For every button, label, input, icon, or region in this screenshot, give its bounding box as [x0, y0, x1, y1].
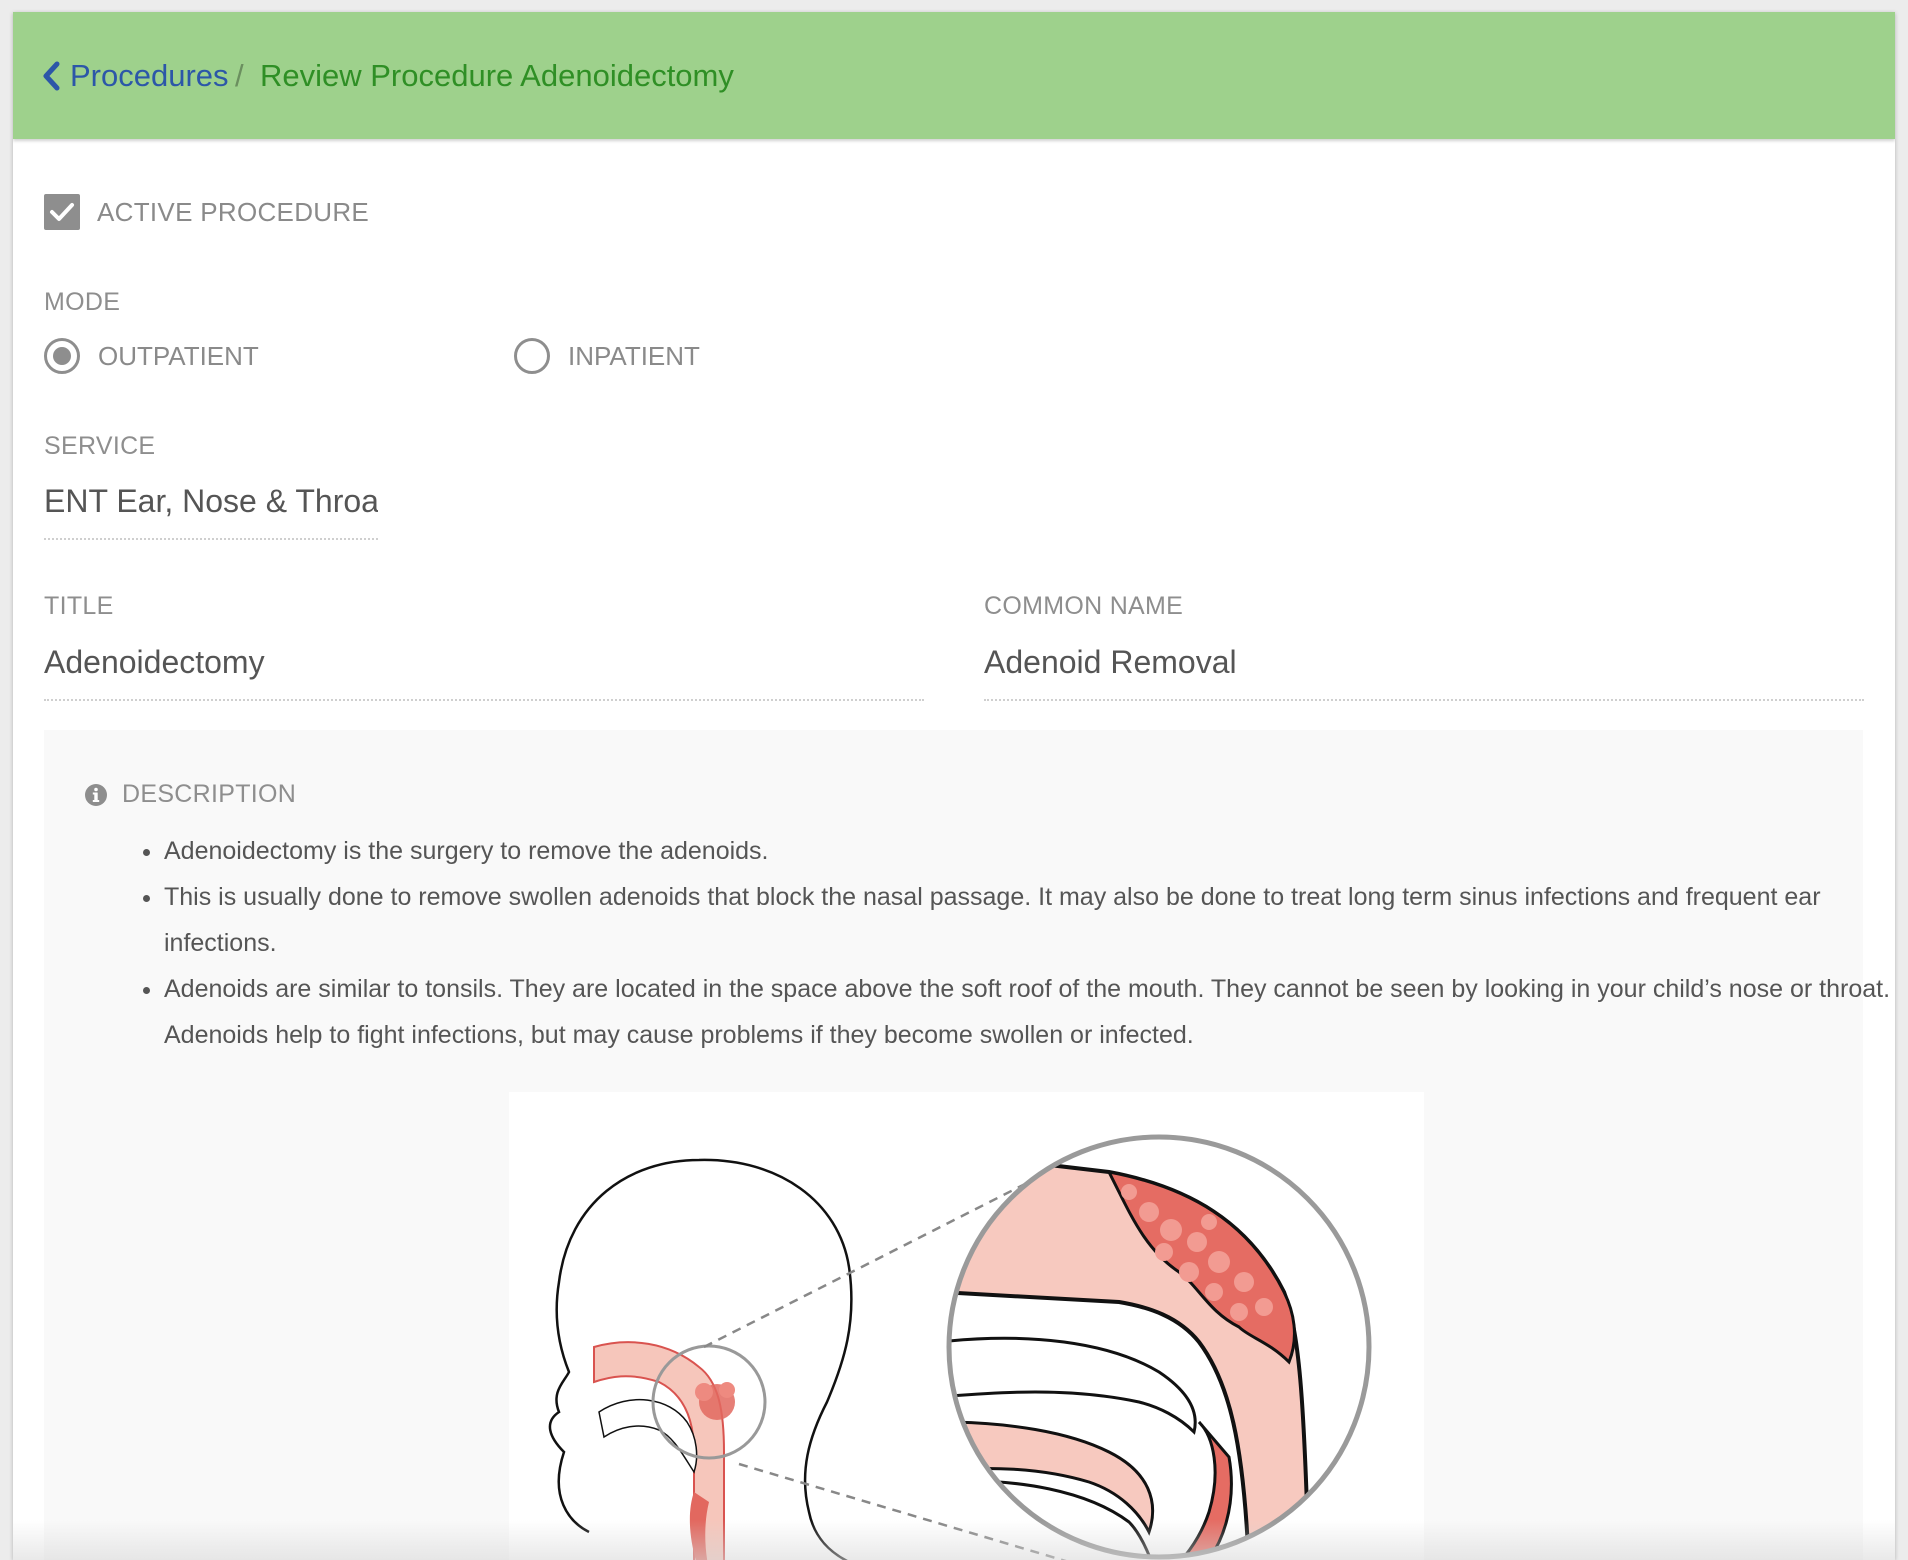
service-label: SERVICE	[44, 432, 156, 460]
breadcrumb-procedures[interactable]: Procedures	[70, 58, 229, 94]
radio-inpatient[interactable]: INPATIENT	[514, 338, 700, 374]
chevron-left-icon	[43, 61, 60, 90]
adenoid-illustration	[509, 1092, 1424, 1560]
description-label: DESCRIPTION	[122, 780, 297, 808]
title-field[interactable]: Adenoidectomy	[44, 644, 924, 701]
checkmark-icon	[50, 203, 74, 221]
common-name-label: COMMON NAME	[984, 592, 1184, 620]
title-label: TITLE	[44, 592, 114, 620]
radio-selected-dot	[53, 347, 71, 365]
active-procedure-label: ACTIVE PROCEDURE	[97, 196, 370, 227]
radio-inpatient-circle[interactable]	[514, 338, 550, 374]
adenoid-diagram	[548, 1134, 1372, 1560]
description-panel: DESCRIPTION Adenoidectomy is the surgery…	[44, 730, 1890, 1560]
info-icon	[85, 783, 107, 806]
breadcrumb-back-link[interactable]: Procedures	[42, 12, 229, 139]
description-header: DESCRIPTION	[84, 780, 296, 809]
radio-inpatient-label: INPATIENT	[568, 340, 700, 371]
radio-outpatient[interactable]: OUTPATIENT	[44, 338, 259, 374]
breadcrumb-separator: /	[235, 57, 244, 93]
checkbox-box[interactable]	[44, 194, 80, 230]
description-item: Adenoids are similar to tonsils. They ar…	[164, 966, 1895, 1058]
radio-outpatient-label: OUTPATIENT	[98, 340, 259, 371]
description-item: Adenoidectomy is the surgery to remove t…	[164, 828, 1895, 874]
mode-label: MODE	[44, 288, 121, 316]
active-procedure-checkbox[interactable]: ACTIVE PROCEDURE	[44, 194, 369, 230]
common-name-field[interactable]: Adenoid Removal	[984, 644, 1864, 701]
service-field[interactable]: ENT Ear, Nose & Throat	[44, 483, 378, 540]
page-header: Procedures / Review Procedure Adenoidect…	[13, 12, 1895, 139]
description-list: Adenoidectomy is the surgery to remove t…	[84, 828, 1895, 1058]
procedure-card: Procedures / Review Procedure Adenoidect…	[13, 12, 1895, 1560]
radio-outpatient-circle[interactable]	[44, 338, 80, 374]
breadcrumb-current: Review Procedure Adenoidectomy	[260, 57, 734, 93]
description-item: This is usually done to remove swollen a…	[164, 874, 1895, 966]
